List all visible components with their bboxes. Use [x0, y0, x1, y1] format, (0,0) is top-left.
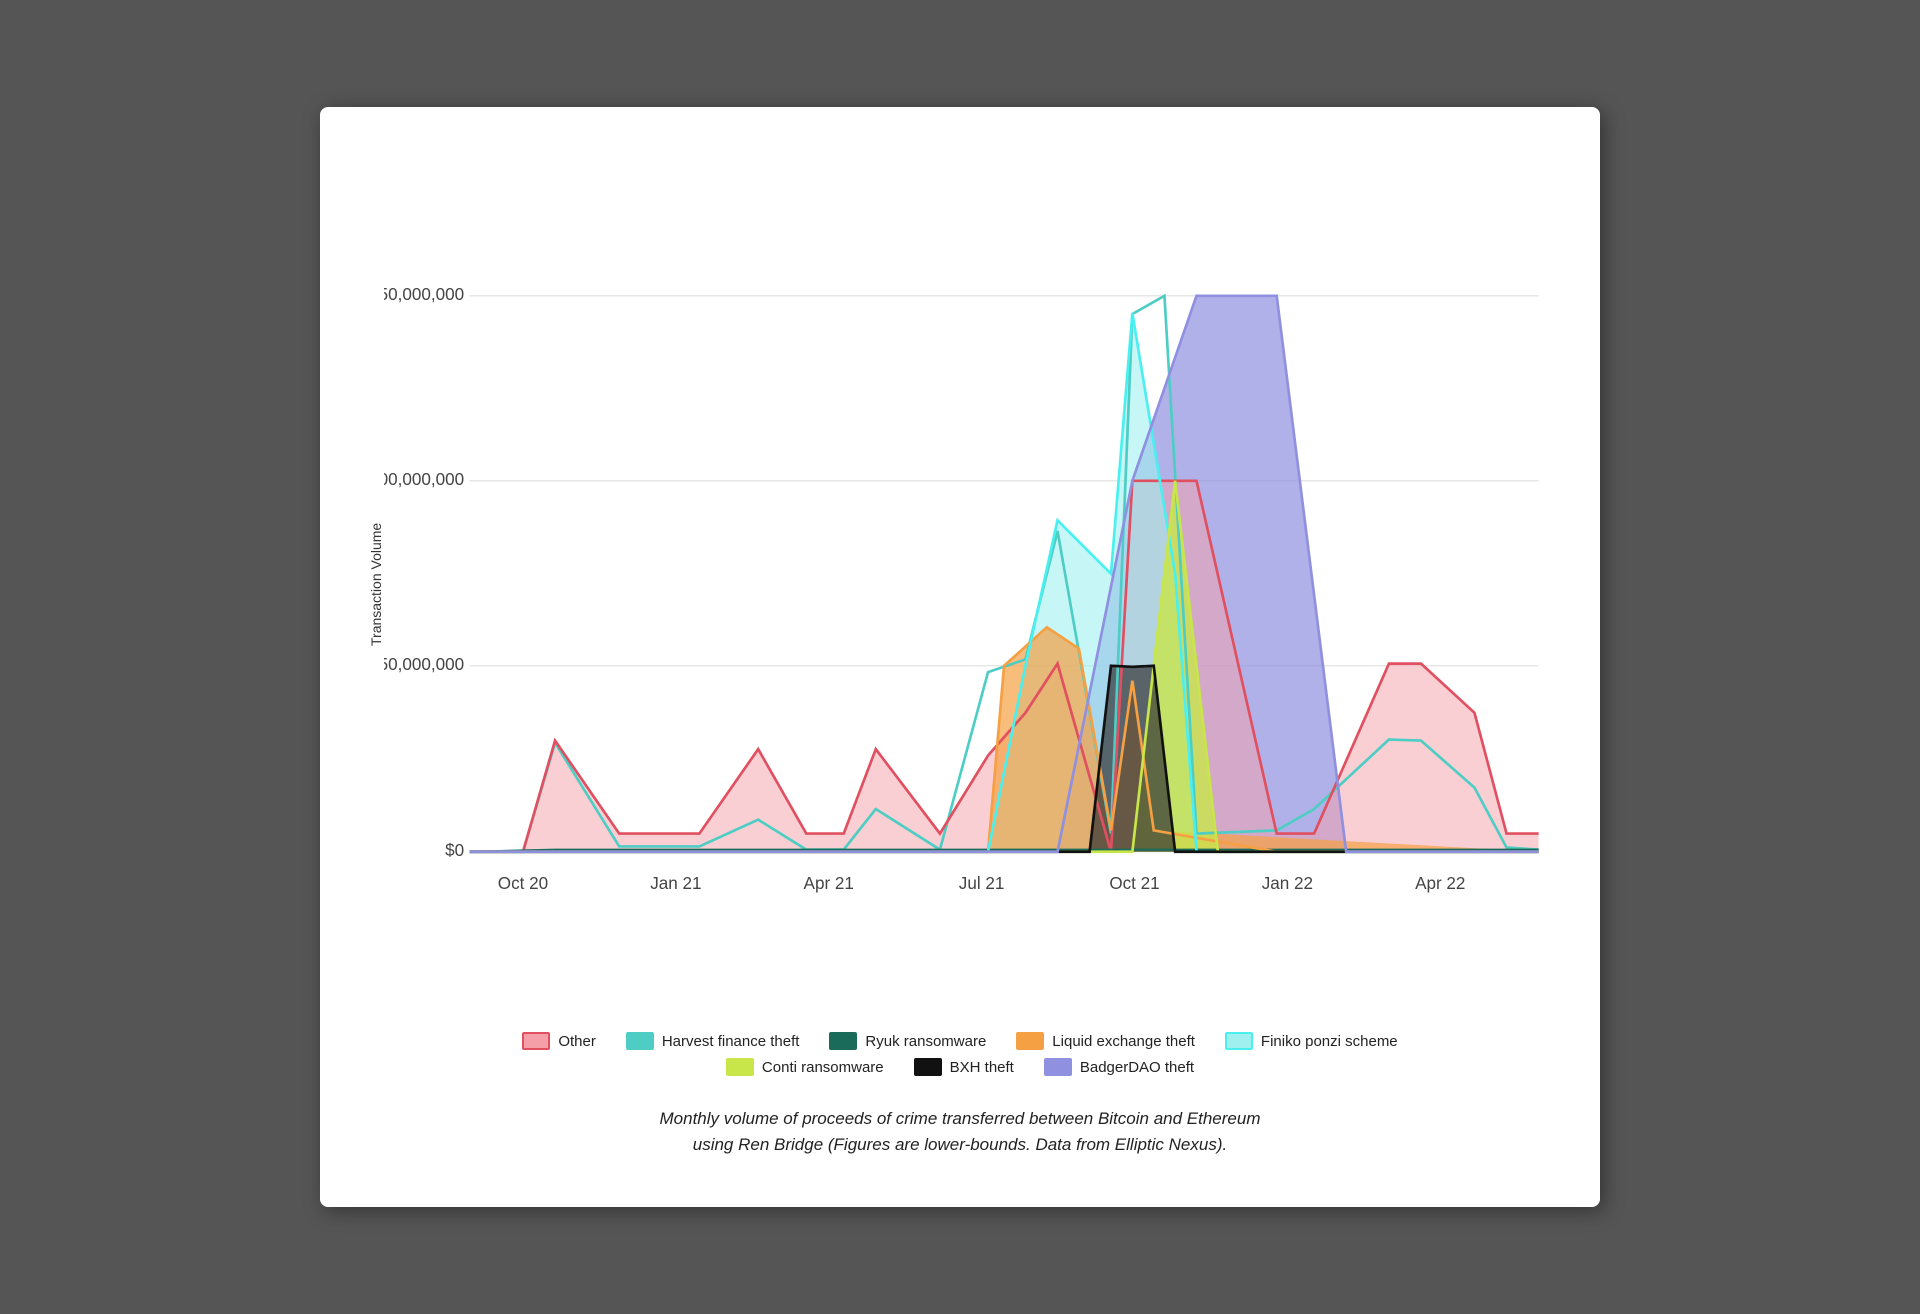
legend-item-bxh: BXH theft: [914, 1058, 1014, 1076]
legend-label-bxh: BXH theft: [950, 1059, 1014, 1076]
chart-container: Transaction Volume $150,000,000: [360, 157, 1560, 1012]
legend-item-conti: Conti ransomware: [726, 1058, 884, 1076]
badger-swatch: [1044, 1058, 1072, 1076]
svg-text:Jan 22: Jan 22: [1262, 874, 1313, 893]
bxh-swatch: [914, 1058, 942, 1076]
legend-item-other: Other: [522, 1032, 596, 1050]
ryuk-swatch: [829, 1032, 857, 1050]
harvest-swatch: [626, 1032, 654, 1050]
y-axis-label: Transaction Volume: [360, 157, 384, 1012]
chart-caption: Monthly volume of proceeds of crime tran…: [360, 1106, 1560, 1167]
legend-label-finiko: Finiko ponzi scheme: [1261, 1033, 1398, 1050]
legend-item-badger: BadgerDAO theft: [1044, 1058, 1194, 1076]
legend-area: Other Harvest finance theft Ryuk ransomw…: [360, 1032, 1560, 1076]
chart-card: Transaction Volume $150,000,000: [320, 107, 1600, 1207]
legend-item-liquid: Liquid exchange theft: [1016, 1032, 1195, 1050]
legend-item-ryuk: Ryuk ransomware: [829, 1032, 986, 1050]
legend-label-other: Other: [558, 1033, 596, 1050]
liquid-swatch: [1016, 1032, 1044, 1050]
svg-text:Jul 21: Jul 21: [959, 874, 1005, 893]
svg-text:$100,000,000: $100,000,000: [384, 470, 464, 489]
legend-row-1: Other Harvest finance theft Ryuk ransomw…: [522, 1032, 1397, 1050]
svg-text:Jan 21: Jan 21: [650, 874, 701, 893]
legend-label-harvest: Harvest finance theft: [662, 1033, 800, 1050]
svg-text:Oct 21: Oct 21: [1109, 874, 1159, 893]
legend-row-2: Conti ransomware BXH theft BadgerDAO the…: [726, 1058, 1194, 1076]
svg-text:$0: $0: [445, 841, 464, 860]
finiko-swatch: [1225, 1032, 1253, 1050]
legend-label-conti: Conti ransomware: [762, 1059, 884, 1076]
svg-text:Apr 22: Apr 22: [1415, 874, 1465, 893]
chart-inner: $150,000,000 $100,000,000 $50,000,000 $0…: [384, 157, 1560, 1012]
caption-line1: Monthly volume of proceeds of crime tran…: [660, 1109, 1261, 1128]
svg-text:$150,000,000: $150,000,000: [384, 285, 464, 304]
legend-label-ryuk: Ryuk ransomware: [865, 1033, 986, 1050]
legend-label-liquid: Liquid exchange theft: [1052, 1033, 1195, 1050]
legend-item-harvest: Harvest finance theft: [626, 1032, 800, 1050]
caption-line2: using Ren Bridge (Figures are lower-boun…: [693, 1135, 1227, 1154]
svg-text:Apr 21: Apr 21: [804, 874, 854, 893]
legend-label-badger: BadgerDAO theft: [1080, 1059, 1194, 1076]
svg-text:$50,000,000: $50,000,000: [384, 655, 464, 674]
svg-text:Oct 20: Oct 20: [498, 874, 548, 893]
chart-area: Transaction Volume $150,000,000: [360, 147, 1560, 1167]
svg-wrapper: $150,000,000 $100,000,000 $50,000,000 $0…: [384, 157, 1560, 1012]
other-swatch: [522, 1032, 550, 1050]
legend-item-finiko: Finiko ponzi scheme: [1225, 1032, 1398, 1050]
conti-swatch: [726, 1058, 754, 1076]
